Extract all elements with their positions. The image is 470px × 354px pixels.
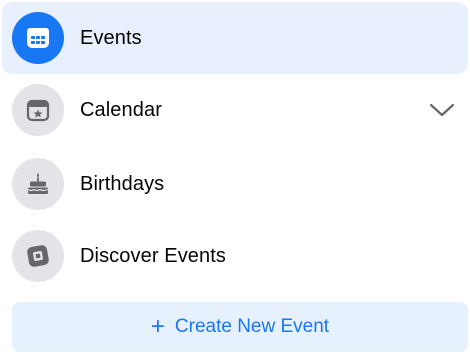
plus-icon: + <box>150 313 165 340</box>
nav-item-label: Birthdays <box>80 172 165 195</box>
create-new-event-button[interactable]: + Create New Event <box>12 302 468 352</box>
create-new-event-label: Create New Event <box>174 316 330 337</box>
nav-item-birthdays[interactable]: Birthdays <box>2 148 468 220</box>
events-menu: Events Calendar Birthdays Discover Event… <box>0 0 470 354</box>
calendar-star-icon <box>12 84 64 136</box>
cake-icon <box>12 158 64 210</box>
chevron-down-icon[interactable] <box>428 96 456 124</box>
nav-item-label: Events <box>80 26 142 49</box>
nav-item-calendar[interactable]: Calendar <box>2 74 468 146</box>
compass-icon <box>12 230 64 282</box>
nav-item-discover-events[interactable]: Discover Events <box>2 220 468 292</box>
nav-item-events[interactable]: Events <box>2 2 468 74</box>
nav-item-label: Calendar <box>80 98 162 121</box>
nav-item-label: Discover Events <box>80 244 226 267</box>
calendar-grid-icon <box>12 12 64 64</box>
